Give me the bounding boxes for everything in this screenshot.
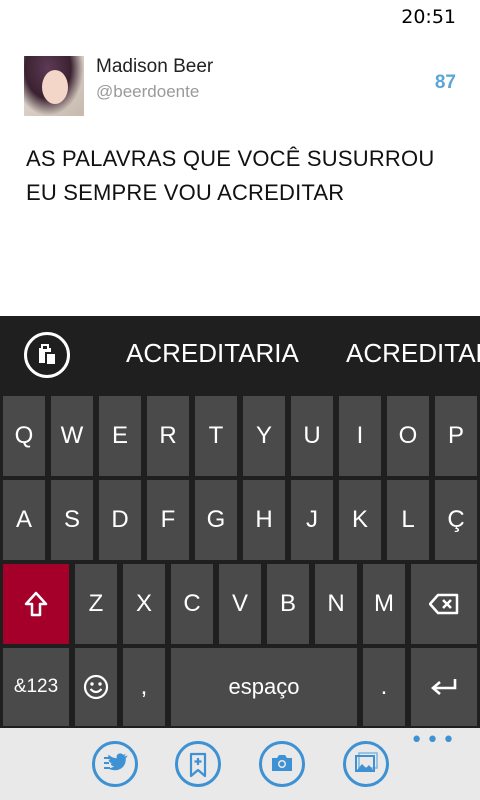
key-e[interactable]: E <box>99 396 141 476</box>
on-screen-keyboard: ACREDITARIA ACREDITAR Q W E R T Y U I O … <box>0 316 480 728</box>
key-i[interactable]: I <box>339 396 381 476</box>
key-u[interactable]: U <box>291 396 333 476</box>
suggestion-2[interactable]: ACREDITAR <box>346 338 480 369</box>
key-x[interactable]: X <box>123 564 165 644</box>
user-name: Madison Beer <box>96 56 214 77</box>
key-m[interactable]: M <box>363 564 405 644</box>
send-tweet-button[interactable] <box>92 741 138 787</box>
key-z[interactable]: Z <box>75 564 117 644</box>
camera-icon <box>272 755 292 771</box>
key-w[interactable]: W <box>51 396 93 476</box>
tweet-text-input[interactable]: AS PALAVRAS QUE VOCÊ SUSURROU EU SEMPRE … <box>26 142 456 210</box>
user-handle: @beerdoente <box>96 82 200 101</box>
shift-arrow-icon <box>24 591 48 617</box>
key-c-cedilla[interactable]: Ç <box>435 480 477 560</box>
key-d[interactable]: D <box>99 480 141 560</box>
clipboard-button[interactable] <box>24 332 70 378</box>
status-bar: 20:51 <box>0 0 480 32</box>
status-time: 20:51 <box>401 6 456 28</box>
space-key[interactable]: espaço <box>171 648 357 726</box>
key-p[interactable]: P <box>435 396 477 476</box>
key-a[interactable]: A <box>3 480 45 560</box>
period-key[interactable]: . <box>363 648 405 726</box>
key-v[interactable]: V <box>219 564 261 644</box>
key-y[interactable]: Y <box>243 396 285 476</box>
avatar <box>24 56 84 116</box>
key-t[interactable]: T <box>195 396 237 476</box>
camera-button[interactable] <box>259 741 305 787</box>
key-s[interactable]: S <box>51 480 93 560</box>
remaining-char-count: 87 <box>434 72 456 93</box>
add-tag-button[interactable] <box>175 741 221 787</box>
add-tag-icon <box>189 752 207 778</box>
key-q[interactable]: Q <box>3 396 45 476</box>
key-f[interactable]: F <box>147 480 189 560</box>
key-r[interactable]: R <box>147 396 189 476</box>
key-h[interactable]: H <box>243 480 285 560</box>
key-l[interactable]: L <box>387 480 429 560</box>
key-g[interactable]: G <box>195 480 237 560</box>
enter-key[interactable] <box>411 648 477 726</box>
app-bar: ••• <box>0 728 480 800</box>
key-o[interactable]: O <box>387 396 429 476</box>
gallery-button[interactable] <box>343 741 389 787</box>
suggestion-bar: ACREDITARIA ACREDITAR <box>0 316 480 394</box>
key-c[interactable]: C <box>171 564 213 644</box>
emoji-key[interactable] <box>75 648 117 726</box>
key-n[interactable]: N <box>315 564 357 644</box>
key-b[interactable]: B <box>267 564 309 644</box>
smiley-icon <box>83 674 109 700</box>
key-k[interactable]: K <box>339 480 381 560</box>
shift-key[interactable] <box>3 564 69 644</box>
twitter-compose-icon <box>104 753 128 771</box>
enter-arrow-icon <box>431 679 457 695</box>
key-j[interactable]: J <box>291 480 333 560</box>
more-options-button[interactable]: ••• <box>410 730 458 752</box>
clipboard-icon <box>39 344 57 366</box>
gallery-icon <box>355 752 378 772</box>
comma-key[interactable]: , <box>123 648 165 726</box>
backspace-key[interactable] <box>411 564 477 644</box>
backspace-icon <box>429 593 459 615</box>
compose-header: Madison Beer @beerdoente 87 <box>24 56 456 116</box>
suggestion-1[interactable]: ACREDITARIA <box>126 338 299 369</box>
numbers-key[interactable]: &123 <box>3 648 69 726</box>
